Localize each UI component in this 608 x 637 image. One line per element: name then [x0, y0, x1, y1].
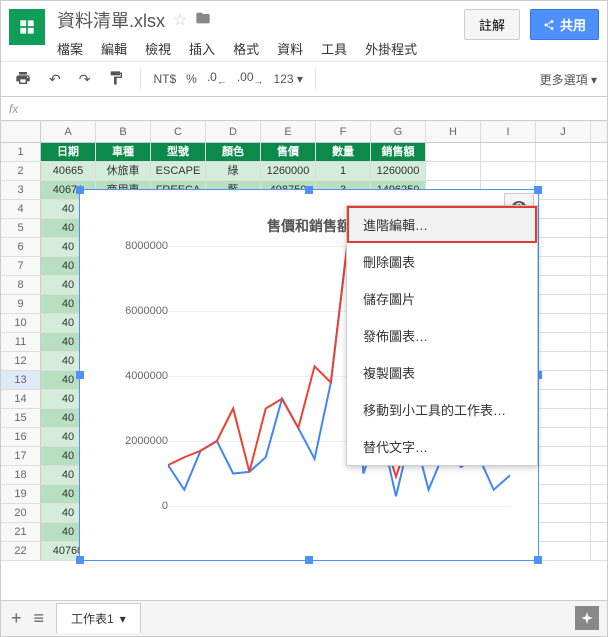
more-options[interactable]: 更多選項 ▾ — [540, 71, 597, 88]
row-header[interactable]: 10 — [1, 314, 41, 332]
cell[interactable]: 1 — [316, 162, 371, 180]
resize-handle[interactable] — [76, 371, 84, 379]
cell[interactable]: 40665 — [41, 162, 96, 180]
col-header[interactable]: I — [481, 121, 536, 142]
col-header[interactable]: G — [371, 121, 426, 142]
sheets-app-icon — [9, 9, 45, 45]
context-menu-item[interactable]: 複製圖表 — [347, 354, 537, 391]
col-header[interactable]: D — [206, 121, 261, 142]
cell[interactable]: 1260000 — [371, 162, 426, 180]
share-button[interactable]: 共用 — [530, 9, 599, 40]
menu-檢視[interactable]: 檢視 — [145, 39, 171, 58]
col-header[interactable]: H — [426, 121, 481, 142]
col-header[interactable]: E — [261, 121, 316, 142]
menu-資料[interactable]: 資料 — [277, 39, 303, 58]
resize-handle[interactable] — [305, 186, 313, 194]
menu-工具[interactable]: 工具 — [321, 39, 347, 58]
context-menu-item[interactable]: 儲存圖片 — [347, 280, 537, 317]
add-sheet-button[interactable]: + — [11, 608, 22, 629]
chart-context-menu: 進階編輯…刪除圖表儲存圖片發佈圖表…複製圖表移動到小工具的工作表…替代文字… — [346, 205, 538, 466]
menu-檔案[interactable]: 檔案 — [57, 39, 83, 58]
resize-handle[interactable] — [534, 186, 542, 194]
cell[interactable]: 1260000 — [261, 162, 316, 180]
row-header[interactable]: 18 — [1, 466, 41, 484]
row-header[interactable]: 3 — [1, 181, 41, 199]
star-icon[interactable]: ☆ — [173, 10, 187, 30]
sheet-tab[interactable]: 工作表1 ▾ — [56, 603, 141, 633]
row-header[interactable]: 15 — [1, 409, 41, 427]
number-format[interactable]: 123 ▾ — [274, 72, 303, 86]
resize-handle[interactable] — [305, 556, 313, 564]
currency-format[interactable]: NT$ — [153, 72, 176, 86]
context-menu-item[interactable]: 刪除圖表 — [347, 243, 537, 280]
col-header[interactable]: C — [151, 121, 206, 142]
table-header-cell[interactable]: 車種 — [96, 143, 151, 161]
menu-編輯[interactable]: 編輯 — [101, 39, 127, 58]
y-axis-tick: 6000000 — [125, 305, 168, 317]
row-header[interactable]: 12 — [1, 352, 41, 370]
row-header[interactable]: 2 — [1, 162, 41, 180]
print-icon[interactable] — [11, 66, 35, 93]
y-axis-tick: 4000000 — [125, 370, 168, 382]
resize-handle[interactable] — [76, 186, 84, 194]
y-axis-tick: 2000000 — [125, 435, 168, 447]
context-menu-item[interactable]: 進階編輯… — [347, 206, 537, 243]
row-header[interactable]: 21 — [1, 523, 41, 541]
col-header[interactable]: F — [316, 121, 371, 142]
decrease-decimal[interactable]: .0← — [207, 70, 227, 87]
table-header-cell[interactable]: 顏色 — [206, 143, 261, 161]
row-header[interactable]: 7 — [1, 257, 41, 275]
row-header[interactable]: 14 — [1, 390, 41, 408]
col-header[interactable]: J — [536, 121, 591, 142]
col-header[interactable]: B — [96, 121, 151, 142]
resize-handle[interactable] — [534, 556, 542, 564]
row-header[interactable]: 20 — [1, 504, 41, 522]
cell[interactable]: ESCAPE — [151, 162, 206, 180]
explore-button[interactable] — [575, 606, 599, 630]
cell[interactable]: 綠 — [206, 162, 261, 180]
folder-icon[interactable] — [195, 10, 211, 31]
row-header[interactable]: 1 — [1, 143, 41, 161]
doc-title[interactable]: 資料清單.xlsx — [57, 7, 165, 33]
row-header[interactable]: 6 — [1, 238, 41, 256]
row-header[interactable]: 11 — [1, 333, 41, 351]
cell[interactable]: 休旅車 — [96, 162, 151, 180]
menu-外掛程式[interactable]: 外掛程式 — [365, 39, 417, 58]
table-header-cell[interactable]: 型號 — [151, 143, 206, 161]
col-header[interactable]: A — [41, 121, 96, 142]
context-menu-item[interactable]: 替代文字… — [347, 428, 537, 465]
all-sheets-button[interactable]: ≡ — [34, 608, 45, 629]
row-header[interactable]: 16 — [1, 428, 41, 446]
row-header[interactable]: 19 — [1, 485, 41, 503]
comment-button[interactable]: 註解 — [464, 9, 520, 40]
select-all-corner[interactable] — [1, 121, 41, 142]
resize-handle[interactable] — [76, 556, 84, 564]
increase-decimal[interactable]: .00→ — [237, 70, 264, 87]
menu-格式[interactable]: 格式 — [233, 39, 259, 58]
row-header[interactable]: 4 — [1, 200, 41, 218]
row-header[interactable]: 9 — [1, 295, 41, 313]
menu-插入[interactable]: 插入 — [189, 39, 215, 58]
paint-format-icon[interactable] — [104, 66, 128, 93]
table-header-cell[interactable]: 數量 — [316, 143, 371, 161]
context-menu-item[interactable]: 移動到小工具的工作表… — [347, 391, 537, 428]
row-header[interactable]: 22 — [1, 542, 41, 560]
row-header[interactable]: 8 — [1, 276, 41, 294]
table-header-cell[interactable]: 售價 — [261, 143, 316, 161]
chart-object[interactable]: ▾ ✎ 售價和銷售額 02000000400000060000008000000… — [79, 189, 539, 561]
percent-format[interactable]: % — [186, 72, 197, 86]
table-header-cell[interactable]: 銷售額 — [371, 143, 426, 161]
undo-icon[interactable]: ↶ — [45, 67, 65, 92]
table-header-cell[interactable]: 日期 — [41, 143, 96, 161]
fx-label: fx — [9, 102, 18, 116]
row-header[interactable]: 13 — [1, 371, 41, 389]
context-menu-item[interactable]: 發佈圖表… — [347, 317, 537, 354]
row-header[interactable]: 5 — [1, 219, 41, 237]
redo-icon[interactable]: ↷ — [75, 67, 95, 92]
row-header[interactable]: 17 — [1, 447, 41, 465]
chevron-down-icon: ▾ — [120, 612, 126, 626]
y-axis-tick: 8000000 — [125, 240, 168, 252]
